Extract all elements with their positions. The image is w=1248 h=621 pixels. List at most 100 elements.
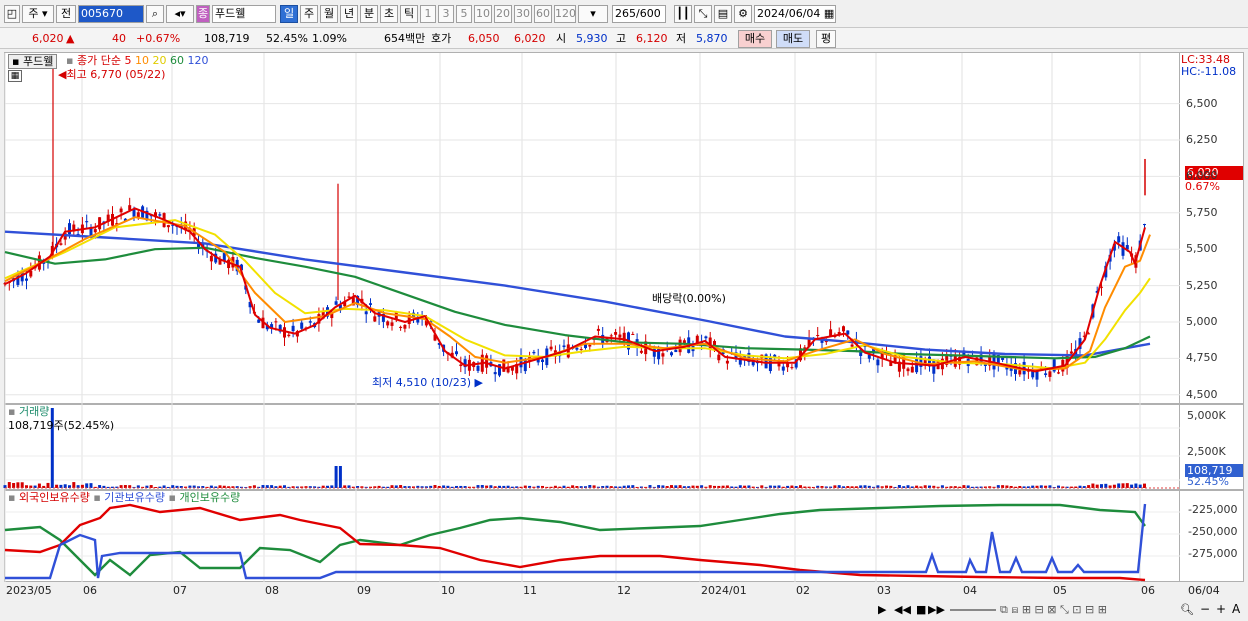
candle-body (713, 340, 716, 346)
candle-body (209, 255, 213, 262)
table-icon[interactable]: ▦ (8, 70, 22, 82)
x-axis-label: 09 (357, 584, 371, 597)
candle-body (1018, 370, 1022, 375)
legend-ma60: 60 (169, 54, 184, 67)
candle-body (983, 364, 987, 366)
x-axis-label: 10 (441, 584, 455, 597)
font-icon[interactable]: A (1232, 602, 1240, 616)
candle-body (476, 365, 480, 371)
candle-body (287, 334, 291, 337)
volume-pct-tag: 52.45% (1187, 475, 1229, 488)
hc-label: HC:-11.08 (1181, 65, 1237, 78)
dividend-annotation: 배당락(0.00%) (652, 292, 726, 305)
candle-body (1057, 372, 1060, 374)
candle-body (906, 368, 910, 372)
candle-body (579, 349, 583, 351)
legend-ma120: 120 (187, 54, 209, 67)
x-axis-label: 02 (796, 584, 810, 597)
ma-line-5 (4, 207, 1146, 373)
legend-foreign: 외국인보유수량 (18, 491, 90, 504)
plus-icon[interactable]: + (1216, 602, 1226, 616)
candle-body (85, 221, 89, 223)
scroll-right-icon[interactable]: ▶ (878, 603, 886, 616)
candle-body (953, 355, 957, 367)
volume-bar (1138, 484, 1142, 488)
candle-body (68, 223, 71, 235)
candle-body (308, 321, 312, 323)
stop-icon[interactable]: ■ (916, 603, 926, 616)
candle-body (876, 359, 880, 366)
zoom-slider[interactable] (950, 609, 996, 611)
x-axis-label: 2024/01 (701, 584, 747, 597)
candle-body (661, 353, 665, 357)
holdings-tick-275k: -275,000 (1188, 547, 1238, 560)
candle-body (1035, 371, 1039, 380)
x-axis-label: 08 (265, 584, 279, 597)
volume-bar (7, 482, 11, 488)
chart-canvas (3, 53, 1180, 582)
candle-body (373, 316, 377, 322)
volume-bar (1134, 483, 1138, 488)
volume-bar (1130, 484, 1134, 488)
candle-body (25, 278, 28, 281)
candle-body (850, 344, 854, 347)
candle-body (403, 324, 407, 329)
candle-body (386, 321, 390, 326)
volume-bar (1143, 483, 1146, 488)
candle-body (725, 360, 729, 364)
volume-tick-2500k: 2,500K (1187, 445, 1226, 458)
volume-bar (16, 482, 20, 488)
price-tick-label: 6,500 (1186, 96, 1218, 110)
holdings-tick-250k: -250,000 (1188, 525, 1238, 538)
candle-body (910, 366, 914, 373)
layout-icons[interactable]: ⧉ ⧈ ⊞ ⊟ ⊠ ⤡ ⊡ ⊟ ⊞ (1000, 603, 1107, 617)
candle-body (485, 355, 489, 368)
candle-body (1069, 351, 1073, 354)
candle-body (631, 334, 635, 336)
stock-tag[interactable]: ▪ 푸드웰 (8, 54, 58, 69)
candle-body (136, 212, 140, 218)
candle-body (93, 229, 97, 233)
x-axis-label: 06 (1141, 584, 1155, 597)
candle-body (98, 217, 102, 230)
candle-body (158, 214, 162, 216)
x-end-label: 06/04 (1188, 584, 1220, 597)
candle-body (781, 366, 785, 371)
chart-scroll-controls: ▶ ◀◀ ■ ▶▶ ⧉ ⧈ ⊞ ⊟ ⊠ ⤡ ⊡ ⊟ ⊞ 🔍︎ − + A (870, 602, 1248, 619)
volume-bar (37, 483, 41, 488)
volume-bar (1100, 484, 1103, 488)
rewind-icon[interactable]: ◀◀ (894, 603, 911, 616)
candle-body (704, 336, 708, 339)
ma-line-60 (4, 246, 1151, 360)
candle-body (790, 367, 794, 369)
price-tick-label: 5,000 (1186, 314, 1218, 328)
low-note-text: 최저 4,510 (10/23) (372, 376, 472, 389)
candle-body (575, 347, 579, 350)
candle-body (274, 321, 278, 323)
volume-bar (63, 484, 67, 488)
legend-institution: 기관보유수량 (104, 491, 166, 504)
volume-bar (72, 482, 76, 488)
x-axis-label: 06 (83, 584, 97, 597)
candle-body (829, 329, 833, 337)
candle-body (1143, 224, 1146, 226)
candle-body (519, 356, 523, 368)
candle-body (674, 349, 678, 353)
candle-body (596, 328, 600, 331)
minus-icon[interactable]: − (1200, 602, 1210, 616)
x-axis-label: 07 (173, 584, 187, 597)
volume-bar (1121, 483, 1125, 488)
volume-title: 거래량 (18, 405, 50, 418)
price-tick-label: 5,750 (1186, 205, 1218, 219)
volume-bar (338, 466, 342, 488)
institution-holdings-line (5, 503, 1147, 580)
volume-tick-5000k: 5,000K (1187, 409, 1226, 422)
candle-body (670, 352, 673, 356)
zoom-icon[interactable]: 🔍︎ (1180, 603, 1194, 616)
x-axis-label: 2023/05 (6, 584, 52, 597)
price-tick-label: 4,500 (1186, 387, 1218, 401)
candle-body (455, 351, 458, 355)
volume-bar (46, 482, 50, 488)
fast-forward-icon[interactable]: ▶▶ (928, 603, 945, 616)
x-axis-label: 12 (617, 584, 631, 597)
